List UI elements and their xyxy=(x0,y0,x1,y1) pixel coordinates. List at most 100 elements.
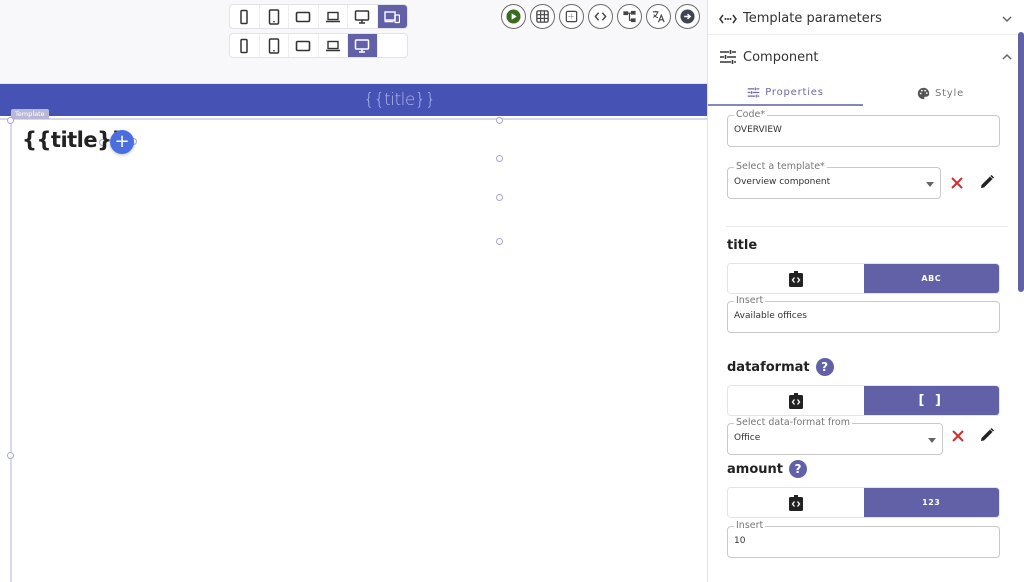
device-preview-button[interactable] xyxy=(230,5,260,28)
tab-style[interactable]: Style xyxy=(863,80,1018,106)
tablet-landscape-icon xyxy=(295,40,311,51)
code-field-label: Code* xyxy=(734,109,768,120)
editor-toolbar xyxy=(0,0,707,84)
tablet-portrait-icon xyxy=(268,37,279,54)
device-preview-row-1 xyxy=(229,4,408,29)
banner-title: {{title}} xyxy=(363,90,437,110)
editor-canvas-area: {{title}} Template {{title}} + xyxy=(0,0,707,582)
title-mode-toggle: ABC xyxy=(727,263,1000,294)
code-field[interactable]: Code* OVERVIEW xyxy=(727,109,1000,147)
device-preview-button[interactable] xyxy=(289,5,319,28)
laptop-icon xyxy=(325,11,340,22)
tune-icon xyxy=(747,86,760,98)
tablet-portrait-icon xyxy=(268,8,279,25)
add-element-button[interactable]: + xyxy=(110,130,134,154)
layout-icon xyxy=(565,10,578,23)
mobile-portrait-icon xyxy=(240,9,248,24)
app-root: {{title}} Template {{title}} + Template … xyxy=(0,0,1024,582)
resize-handle[interactable] xyxy=(7,452,14,459)
panel-scrollbar-thumb[interactable] xyxy=(1018,32,1024,292)
device-preview-button[interactable] xyxy=(319,5,348,28)
component-tabs: Properties Style xyxy=(708,80,1018,106)
clear-template-button[interactable] xyxy=(947,173,967,193)
dataformat-mode-code[interactable] xyxy=(728,386,864,415)
dataformat-label: dataformat xyxy=(727,359,810,375)
amount-mode-code[interactable] xyxy=(728,488,864,517)
pencil-icon xyxy=(981,427,995,441)
dataformat-select-label: Select data-format from xyxy=(734,417,852,428)
resize-handle[interactable] xyxy=(496,117,503,124)
device-preview-button[interactable] xyxy=(348,5,378,28)
help-icon[interactable]: ? xyxy=(815,358,834,376)
resize-handle[interactable] xyxy=(496,155,503,162)
code-dots-icon xyxy=(719,14,737,23)
amount-insert-field[interactable]: Insert 10 xyxy=(727,520,1000,558)
device-preview-button[interactable] xyxy=(260,5,289,28)
title-insert-label: Insert xyxy=(734,295,766,306)
template-tag: Template xyxy=(11,109,49,119)
dataformat-select-value: Office xyxy=(734,433,761,443)
tab-properties[interactable]: Properties xyxy=(708,80,863,106)
amount-insert-value: 10 xyxy=(734,536,746,546)
arrow-right-icon xyxy=(680,9,695,24)
title-section-label: title xyxy=(727,238,757,253)
template-banner[interactable]: {{title}} xyxy=(0,84,707,116)
code-field-value: OVERVIEW xyxy=(734,125,782,135)
title-mode-code[interactable] xyxy=(728,264,864,293)
dataformat-select[interactable]: Select data-format from Office xyxy=(727,417,943,455)
section-divider xyxy=(726,226,1008,227)
device-preview-button[interactable] xyxy=(377,5,407,28)
dataformat-mode-toggle: [ ] xyxy=(727,385,1000,416)
layout-button[interactable] xyxy=(559,4,584,29)
clear-dataformat-button[interactable] xyxy=(948,426,968,446)
translate-button[interactable] xyxy=(646,4,671,29)
tab-style-label: Style xyxy=(934,87,965,99)
amount-mode-number[interactable]: 123 xyxy=(863,488,999,517)
responsive-devices-icon xyxy=(384,10,401,23)
palette-icon xyxy=(917,87,930,99)
amount-mode-toggle: 123 xyxy=(727,487,1000,518)
pencil-icon xyxy=(981,174,995,188)
title-insert-value: Available offices xyxy=(734,311,807,321)
device-preview-button[interactable] xyxy=(230,34,260,57)
resize-handle[interactable] xyxy=(7,117,14,124)
template-select[interactable]: Select a template* Overview component xyxy=(727,161,941,199)
title-insert-field[interactable]: Insert Available offices xyxy=(727,295,1000,333)
component-label: Component xyxy=(743,49,819,65)
template-frame-edge xyxy=(10,121,12,582)
desktop-icon xyxy=(355,9,370,24)
edit-dataformat-button[interactable] xyxy=(977,425,997,445)
device-preview-button[interactable] xyxy=(319,34,348,57)
code-icon xyxy=(594,12,607,21)
next-button[interactable] xyxy=(675,4,700,29)
template-select-value: Overview component xyxy=(734,177,831,187)
code-clipboard-icon xyxy=(788,494,803,511)
component-header[interactable]: Component xyxy=(708,41,1018,73)
device-preview-button[interactable] xyxy=(348,34,378,57)
tool-buttons xyxy=(501,4,700,29)
desktop-icon xyxy=(355,38,370,53)
code-button[interactable] xyxy=(588,4,613,29)
resize-handle[interactable] xyxy=(496,238,503,245)
device-preview-button[interactable] xyxy=(260,34,289,57)
play-icon xyxy=(506,9,521,24)
device-preview-button[interactable] xyxy=(289,34,319,57)
grid-button[interactable] xyxy=(530,4,555,29)
close-icon xyxy=(951,177,963,189)
mobile-portrait-icon xyxy=(240,38,248,53)
title-mode-text[interactable]: ABC xyxy=(863,264,999,293)
amount-insert-label: Insert xyxy=(734,520,766,531)
tree-button[interactable] xyxy=(617,4,642,29)
template-parameters-header[interactable]: Template parameters xyxy=(708,3,1018,35)
close-icon xyxy=(952,430,964,442)
translate-icon xyxy=(652,10,665,23)
template-parameters-label: Template parameters xyxy=(743,11,882,26)
preview-button[interactable] xyxy=(501,4,526,29)
template-select-label: Select a template* xyxy=(734,161,827,172)
help-icon[interactable]: ? xyxy=(788,460,807,478)
dataformat-mode-array[interactable]: [ ] xyxy=(863,386,999,415)
grid-icon xyxy=(536,10,549,23)
dataformat-section-label: dataformat ? xyxy=(727,358,834,376)
edit-template-button[interactable] xyxy=(977,172,997,192)
resize-handle[interactable] xyxy=(496,194,503,201)
